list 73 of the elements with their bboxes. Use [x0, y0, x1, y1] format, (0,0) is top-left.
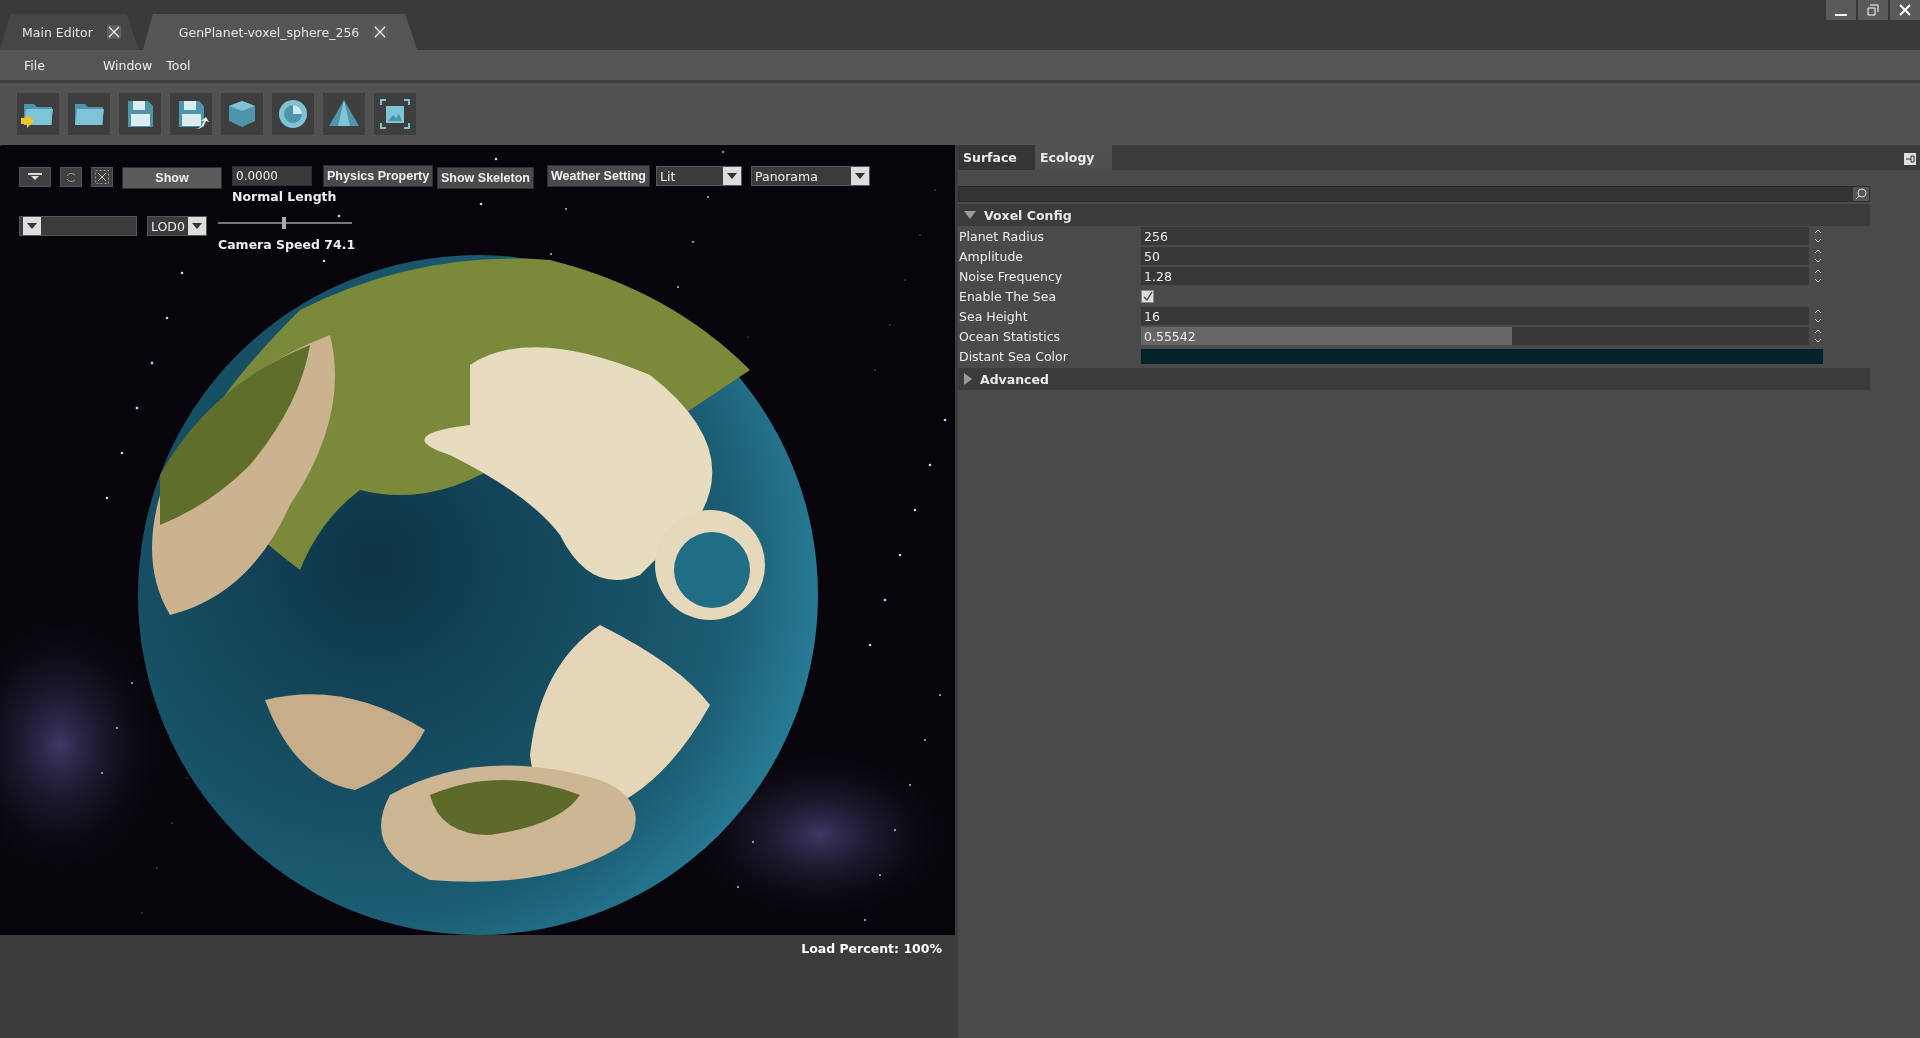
- section-header[interactable]: Advanced: [958, 368, 1870, 390]
- editor-tab[interactable]: GenPlanet-voxel_sphere_256: [142, 14, 418, 50]
- restore-button[interactable]: [1858, 0, 1888, 20]
- toolbar-button[interactable]: Weather Setting: [547, 165, 650, 187]
- panel-tab[interactable]: Surface: [958, 145, 1035, 170]
- show-button[interactable]: Show: [122, 167, 222, 189]
- property-label: Sea Height: [958, 308, 1029, 324]
- toolbar-button[interactable]: [374, 93, 416, 135]
- dropdown[interactable]: Lit: [656, 166, 742, 186]
- minimize-button[interactable]: [1826, 0, 1856, 20]
- property-label: Amplitude: [958, 248, 1025, 264]
- tool-button[interactable]: [91, 167, 113, 187]
- pin-icon[interactable]: [1904, 153, 1916, 165]
- normal-length-field[interactable]: 0.0000: [232, 166, 312, 186]
- toolbar-button[interactable]: [221, 93, 263, 135]
- caret-icon: [851, 167, 869, 185]
- lod-dropdown[interactable]: LOD0: [147, 216, 207, 236]
- property-label: Ocean Statistics: [958, 328, 1062, 344]
- restore-icon: [1867, 4, 1879, 16]
- load-percent-text: Load Percent: 100%: [801, 941, 942, 956]
- dropdown-button[interactable]: [19, 167, 51, 187]
- toolbar-button[interactable]: [272, 93, 314, 135]
- search-icon: [1853, 187, 1869, 201]
- minimize-icon: [1835, 14, 1847, 16]
- camera-speed-label: Camera Speed 74.1: [218, 237, 356, 252]
- normal-length-label: Normal Length: [232, 189, 337, 204]
- dropdown[interactable]: Panorama: [751, 166, 870, 186]
- refresh-button[interactable]: [60, 167, 82, 187]
- image-frame-icon: [377, 96, 413, 132]
- menu-item[interactable]: Window: [102, 57, 153, 73]
- toolbar-button[interactable]: [17, 93, 59, 135]
- caret-icon: [723, 167, 741, 185]
- number-field[interactable]: 50: [1141, 247, 1809, 265]
- checkbox[interactable]: [1141, 289, 1154, 303]
- toolbar-button[interactable]: Physics Property: [323, 165, 434, 187]
- caret-icon: [28, 173, 42, 181]
- section-title: Voxel Config: [984, 207, 1072, 223]
- close-icon[interactable]: [373, 25, 388, 39]
- property-label: Planet Radius: [958, 228, 1046, 244]
- caret-icon: [188, 217, 206, 235]
- toolbar-button[interactable]: [68, 93, 110, 135]
- toolbar-button[interactable]: [170, 93, 212, 135]
- menu-item[interactable]: File: [24, 57, 45, 73]
- search-field[interactable]: [958, 186, 1870, 202]
- spinner-icon[interactable]: [1813, 248, 1823, 264]
- toolbar-button[interactable]: [119, 93, 161, 135]
- editor-tab[interactable]: Main Editor: [0, 14, 139, 50]
- toolbar-button[interactable]: [323, 93, 365, 135]
- menu-item[interactable]: Tool: [166, 57, 191, 73]
- tab-label: Main Editor: [22, 24, 93, 40]
- spinner-icon[interactable]: [1813, 268, 1823, 284]
- section-title: Advanced: [980, 371, 1049, 387]
- property-label: Enable The Sea: [958, 288, 1058, 304]
- tab-label: GenPlanet-voxel_sphere_256: [178, 24, 360, 40]
- close-icon: [1899, 4, 1911, 16]
- property-label: Noise Frequency: [958, 268, 1064, 284]
- slider-field[interactable]: 0.55542: [1141, 327, 1809, 345]
- spinner-icon[interactable]: [1813, 308, 1823, 324]
- section-header[interactable]: Voxel Config: [958, 204, 1870, 226]
- refresh-icon: [65, 171, 77, 183]
- close-icon[interactable]: [106, 25, 121, 39]
- caret-icon: [23, 217, 41, 235]
- number-field[interactable]: 1.28: [1141, 267, 1809, 285]
- dropdown[interactable]: [19, 216, 137, 236]
- spinner-icon[interactable]: [1813, 328, 1823, 344]
- spinner-icon[interactable]: [1813, 228, 1823, 244]
- color-swatch[interactable]: [1141, 348, 1823, 364]
- panel-tab[interactable]: Ecology: [1035, 145, 1112, 170]
- number-field[interactable]: 16: [1141, 307, 1809, 325]
- property-label: Distant Sea Color: [958, 348, 1069, 364]
- toolbar-button[interactable]: Show Skeleton: [437, 167, 534, 189]
- close-button[interactable]: [1890, 0, 1920, 20]
- number-field[interactable]: 256: [1141, 227, 1809, 245]
